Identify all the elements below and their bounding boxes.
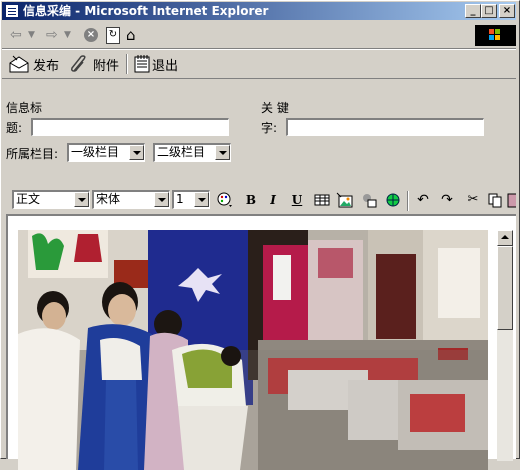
forward-arrow-icon[interactable]: ⇨	[46, 26, 58, 44]
title-label-suffix: 题:	[6, 121, 23, 135]
font-family-select[interactable]: 宋体	[92, 190, 170, 209]
insert-image-icon[interactable]	[336, 191, 354, 209]
font-size-value: 1	[176, 192, 184, 206]
back-arrow-icon[interactable]: ⇦	[10, 26, 22, 44]
format-toolbar: 正文 宋体 1 B I U ↶ ↷ ✂	[0, 188, 520, 211]
exit-button[interactable]: 退出	[133, 52, 178, 76]
level2-category-select[interactable]: 二级栏目	[153, 143, 231, 162]
keyword-input[interactable]	[286, 118, 484, 136]
font-size-select[interactable]: 1	[172, 190, 210, 209]
copy-icon[interactable]	[486, 191, 504, 209]
attachment-button[interactable]: 附件	[68, 52, 119, 76]
chevron-down-icon[interactable]	[154, 192, 169, 207]
keyword-label-suffix: 字:	[261, 121, 278, 135]
back-dropdown-icon[interactable]: ▼	[28, 26, 35, 44]
title-bar[interactable]: 信息采编 - Microsoft Internet Explorer _ □ ×	[2, 2, 516, 20]
chevron-down-icon[interactable]	[129, 145, 144, 160]
stop-icon[interactable]: ×	[84, 28, 98, 42]
publish-envelope-icon	[8, 54, 30, 74]
close-button[interactable]: ×	[499, 4, 515, 18]
minimize-button[interactable]: _	[465, 4, 481, 18]
toolbar-separator	[126, 54, 128, 74]
paperclip-icon	[68, 54, 90, 74]
publish-label: 发布	[33, 58, 60, 74]
keyword-label: 关 键	[261, 101, 289, 115]
exit-label: 退出	[152, 58, 179, 74]
level1-category-value: 一级栏目	[71, 145, 120, 159]
bold-icon[interactable]: B	[242, 191, 260, 209]
cut-icon[interactable]: ✂	[464, 191, 482, 209]
action-toolbar: 发布 附件 退出	[2, 49, 516, 79]
title-label: 信息标	[6, 101, 43, 115]
window-title: 信息采编 - Microsoft Internet Explorer	[23, 4, 269, 18]
underline-icon[interactable]: U	[288, 191, 306, 209]
category-label: 所属栏目:	[6, 147, 59, 161]
font-family-value: 宋体	[96, 192, 121, 206]
home-icon[interactable]: ⌂	[126, 26, 136, 44]
redo-icon[interactable]: ↷	[438, 191, 456, 209]
format-separator	[407, 191, 409, 211]
form-app-icon	[5, 4, 19, 18]
paste-icon[interactable]	[506, 191, 516, 209]
exit-notepad-icon	[133, 54, 151, 74]
publish-button[interactable]: 发布	[8, 52, 59, 76]
editor-scrollbar[interactable]	[497, 230, 513, 461]
forward-dropdown-icon[interactable]: ▼	[64, 26, 71, 44]
chevron-down-icon[interactable]	[74, 192, 89, 207]
paragraph-style-value: 正文	[16, 192, 41, 206]
paragraph-style-select[interactable]: 正文	[12, 190, 90, 209]
level2-category-value: 二级栏目	[157, 145, 206, 159]
level1-category-select[interactable]: 一级栏目	[67, 143, 145, 162]
scrollbar-thumb[interactable]	[497, 246, 513, 330]
attachment-label: 附件	[93, 58, 120, 74]
refresh-icon[interactable]: ↻	[106, 27, 120, 44]
windows-logo-icon	[475, 25, 516, 46]
title-input[interactable]	[31, 118, 229, 136]
italic-icon[interactable]: I	[264, 191, 282, 209]
chevron-down-icon[interactable]	[215, 145, 230, 160]
chevron-down-icon[interactable]	[194, 192, 209, 207]
maximize-button[interactable]: □	[481, 4, 497, 18]
content-editor[interactable]	[6, 214, 516, 470]
text-color-palette-icon[interactable]	[216, 191, 234, 209]
inserted-photo	[18, 230, 488, 470]
undo-icon[interactable]: ↶	[414, 191, 432, 209]
table-icon[interactable]	[313, 191, 331, 209]
globe-link-icon[interactable]	[384, 191, 402, 209]
info-form: 信息标 题: 关 键 字: 所属栏目: 一级栏目 二级栏目	[0, 78, 520, 188]
insert-object-icon[interactable]	[360, 191, 378, 209]
scroll-up-icon[interactable]	[497, 230, 513, 246]
navigation-bar: ⇦ ▼ ⇨ ▼ × ↻ ⌂	[2, 22, 516, 49]
